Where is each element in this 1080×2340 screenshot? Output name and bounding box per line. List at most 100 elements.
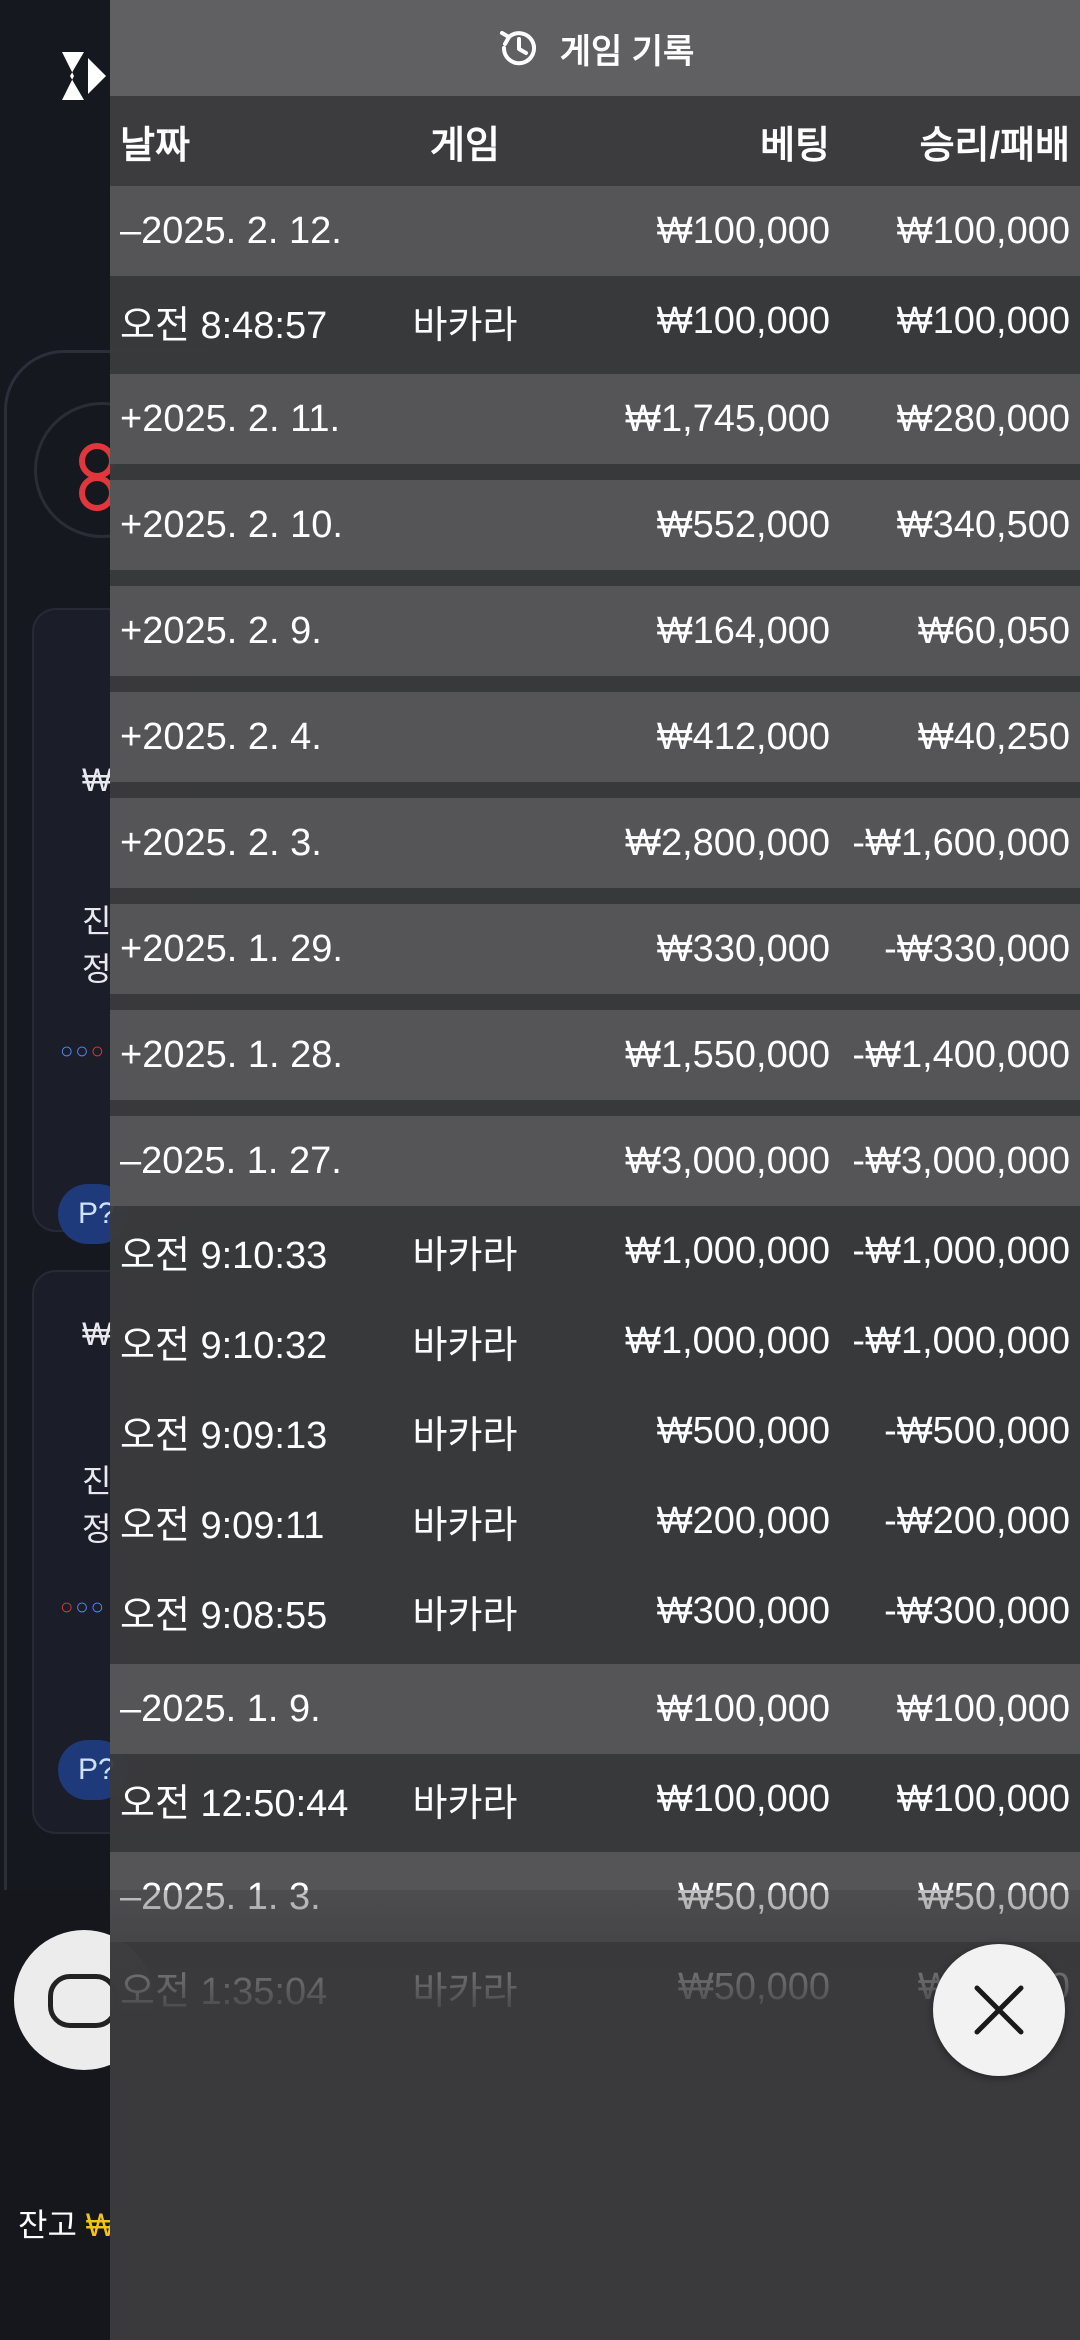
bet-amount: ₩50,000 bbox=[677, 1875, 830, 1918]
date-label: –2025. 1. 27. bbox=[120, 1139, 342, 1182]
date-label: –2025. 1. 3. bbox=[120, 1875, 321, 1918]
result-amount: -₩1,000,000 bbox=[852, 1319, 1070, 1362]
record-time: 오전 12:50:44 bbox=[120, 1782, 349, 1825]
date-label: –2025. 2. 12. bbox=[120, 209, 342, 252]
bet-amount: ₩100,000 bbox=[656, 299, 830, 342]
date-group-row[interactable]: –2025. 1. 9. ₩100,000 ₩100,000 bbox=[110, 1664, 1080, 1754]
date-label: +2025. 2. 4. bbox=[120, 715, 322, 758]
result-amount: -₩300,000 bbox=[884, 1589, 1070, 1632]
panel-header: 게임 기록 bbox=[110, 0, 1080, 96]
result-amount: ₩100,000 bbox=[896, 299, 1070, 342]
bet-amount: ₩2,800,000 bbox=[625, 821, 830, 864]
date-label: +2025. 2. 3. bbox=[120, 821, 322, 864]
date-label: +2025. 2. 10. bbox=[120, 503, 343, 546]
record-game: 바카라 bbox=[412, 304, 518, 347]
result-amount: -₩200,000 bbox=[884, 1499, 1070, 1542]
result-amount: ₩340,500 bbox=[896, 503, 1070, 546]
game-record-row: 오전 9:09:13 바카라 ₩500,000 -₩500,000 bbox=[110, 1386, 1080, 1476]
date-label: –2025. 1. 9. bbox=[120, 1687, 321, 1730]
date-label: +2025. 2. 9. bbox=[120, 609, 322, 652]
bet-amount: ₩1,000,000 bbox=[625, 1229, 830, 1272]
result-amount: -₩330,000 bbox=[884, 927, 1070, 970]
record-game: 바카라 bbox=[412, 1504, 518, 1547]
record-game: 바카라 bbox=[412, 1594, 518, 1637]
date-label: +2025. 2. 11. bbox=[120, 397, 341, 440]
game-record-row: 오전 9:10:33 바카라 ₩1,000,000 -₩1,000,000 bbox=[110, 1206, 1080, 1296]
result-amount: -₩1,000,000 bbox=[852, 1229, 1070, 1272]
background-text: 정 bbox=[82, 951, 112, 987]
bet-amount: ₩1,745,000 bbox=[625, 397, 830, 440]
column-header-date: 날짜 bbox=[120, 124, 190, 167]
date-label: +2025. 1. 28. bbox=[120, 1033, 343, 1076]
bet-amount: ₩500,000 bbox=[656, 1409, 830, 1452]
history-icon bbox=[499, 31, 536, 66]
result-amount: -₩1,600,000 bbox=[852, 821, 1070, 864]
column-headers: 날짜 게임 베팅 승리/패배 bbox=[110, 96, 1080, 186]
result-amount: -₩1,400,000 bbox=[852, 1033, 1070, 1076]
date-group-row[interactable]: –2025. 1. 27. ₩3,000,000 -₩3,000,000 bbox=[110, 1116, 1080, 1206]
record-time: 오전 9:09:11 bbox=[120, 1504, 325, 1547]
result-amount: -₩500,000 bbox=[884, 1409, 1070, 1452]
game-history-panel: 게임 기록 날짜 게임 베팅 승리/패배 –2025. 2. 12. ₩100,0… bbox=[110, 0, 1080, 2340]
column-header-result: 승리/패배 bbox=[919, 124, 1070, 167]
date-group-row[interactable]: –2025. 2. 12. ₩100,000 ₩100,000 bbox=[110, 186, 1080, 276]
game-record-row: 오전 8:48:57 바카라 ₩100,000 ₩100,000 bbox=[110, 276, 1080, 366]
date-group-row[interactable]: +2025. 2. 3. ₩2,800,000 -₩1,600,000 bbox=[110, 798, 1080, 888]
record-game: 바카라 bbox=[412, 1782, 518, 1825]
background-text: 정 bbox=[82, 1511, 112, 1547]
bet-amount: ₩330,000 bbox=[656, 927, 830, 970]
result-amount: ₩60,050 bbox=[917, 609, 1070, 652]
date-group-row[interactable]: +2025. 1. 28. ₩1,550,000 -₩1,400,000 bbox=[110, 1010, 1080, 1100]
record-game: 바카라 bbox=[412, 1970, 518, 2013]
result-amount: ₩40,250 bbox=[917, 715, 1070, 758]
bet-amount: ₩164,000 bbox=[656, 609, 830, 652]
bet-amount: ₩100,000 bbox=[656, 1777, 830, 1820]
record-time: 오전 9:10:32 bbox=[120, 1324, 328, 1367]
record-game: 바카라 bbox=[412, 1414, 518, 1457]
game-record-row: 오전 9:10:32 바카라 ₩1,000,000 -₩1,000,000 bbox=[110, 1296, 1080, 1386]
background-chip-label: ₩ bbox=[82, 1316, 113, 1352]
bet-amount: ₩412,000 bbox=[656, 715, 830, 758]
game-record-row: 오전 12:50:44 바카라 ₩100,000 ₩100,000 bbox=[110, 1754, 1080, 1844]
record-time: 오전 1:35:04 bbox=[120, 1970, 328, 2013]
bet-amount: ₩1,550,000 bbox=[625, 1033, 830, 1076]
history-list: –2025. 2. 12. ₩100,000 ₩100,000 오전 8:48:57 바… bbox=[110, 186, 1080, 2032]
record-time: 오전 9:08:55 bbox=[120, 1594, 328, 1637]
result-amount: ₩100,000 bbox=[896, 1687, 1070, 1730]
bet-amount: ₩50,000 bbox=[677, 1965, 830, 2008]
bet-amount: ₩1,000,000 bbox=[625, 1319, 830, 1362]
record-game: 바카라 bbox=[412, 1324, 518, 1367]
game-record-row: 오전 9:09:11 바카라 ₩200,000 -₩200,000 bbox=[110, 1476, 1080, 1566]
bet-amount: ₩552,000 bbox=[656, 503, 830, 546]
brand-logo-icon bbox=[62, 52, 106, 100]
result-amount: -₩3,000,000 bbox=[852, 1139, 1070, 1182]
date-group-row[interactable]: +2025. 2. 10. ₩552,000 ₩340,500 bbox=[110, 480, 1080, 570]
close-button[interactable] bbox=[933, 1944, 1065, 2076]
record-game: 바카라 bbox=[412, 1234, 518, 1277]
bet-amount: ₩100,000 bbox=[656, 1687, 830, 1730]
roadmap-dots: ○○○ bbox=[60, 1594, 106, 1619]
record-time: 오전 8:48:57 bbox=[120, 304, 328, 347]
background-chip-label: ₩ bbox=[82, 762, 113, 798]
date-group-row[interactable]: +2025. 1. 29. ₩330,000 -₩330,000 bbox=[110, 904, 1080, 994]
bet-amount: ₩100,000 bbox=[656, 209, 830, 252]
background-text: 진 bbox=[82, 1463, 112, 1499]
close-icon bbox=[974, 1985, 1024, 2035]
balance-label: 잔고 bbox=[18, 2207, 77, 2243]
result-amount: ₩100,000 bbox=[896, 1777, 1070, 1820]
column-header-game: 게임 bbox=[430, 124, 500, 167]
date-group-row[interactable]: +2025. 2. 9. ₩164,000 ₩60,050 bbox=[110, 586, 1080, 676]
date-group-row[interactable]: +2025. 2. 4. ₩412,000 ₩40,250 bbox=[110, 692, 1080, 782]
result-amount: ₩50,000 bbox=[917, 1875, 1070, 1918]
date-group-row[interactable]: +2025. 2. 11. ₩1,745,000 ₩280,000 bbox=[110, 374, 1080, 464]
game-record-row: 오전 9:08:55 바카라 ₩300,000 -₩300,000 bbox=[110, 1566, 1080, 1656]
record-time: 오전 9:09:13 bbox=[120, 1414, 328, 1457]
roadmap-dots: ○○○ bbox=[60, 1038, 106, 1063]
date-group-row[interactable]: –2025. 1. 3. ₩50,000 ₩50,000 bbox=[110, 1852, 1080, 1942]
result-amount: ₩100,000 bbox=[896, 209, 1070, 252]
column-header-bet: 베팅 bbox=[760, 124, 830, 167]
bet-amount: ₩300,000 bbox=[656, 1589, 830, 1632]
result-amount: ₩280,000 bbox=[896, 397, 1070, 440]
panel-title: 게임 기록 bbox=[559, 32, 695, 71]
background-text: 진 bbox=[82, 903, 112, 939]
